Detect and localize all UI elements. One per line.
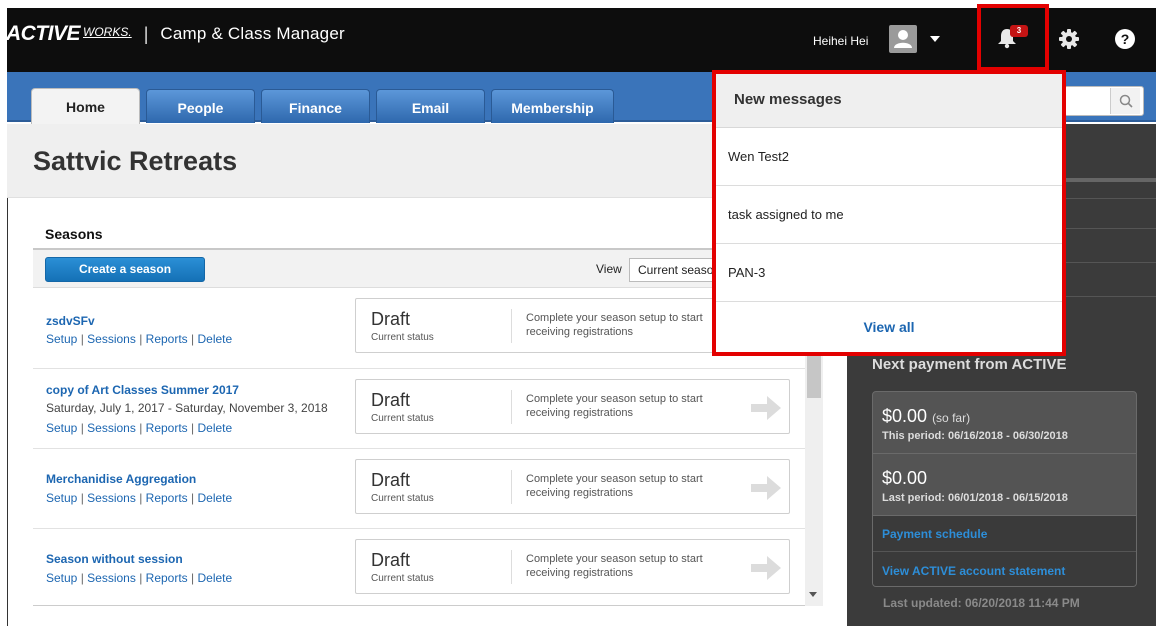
sessions-link[interactable]: Sessions bbox=[87, 421, 136, 435]
tab-people[interactable]: People bbox=[146, 89, 255, 123]
status-caption: Current status bbox=[371, 573, 434, 584]
scrollbar-thumb[interactable] bbox=[807, 352, 821, 398]
delete-link[interactable]: Delete bbox=[197, 332, 232, 346]
delete-link[interactable]: Delete bbox=[197, 421, 232, 435]
last-period-block: $0.00 Last period: 06/01/2018 - 06/15/20… bbox=[873, 454, 1136, 516]
create-season-button[interactable]: Create a season bbox=[45, 257, 205, 282]
user-silhouette-icon bbox=[894, 30, 912, 48]
reports-link[interactable]: Reports bbox=[146, 571, 188, 585]
notifications-title: New messages bbox=[734, 91, 842, 108]
current-period-block: $0.00 (so far) This period: 06/16/2018 -… bbox=[873, 392, 1136, 454]
season-dates: Saturday, July 1, 2017 - Saturday, Novem… bbox=[46, 401, 328, 415]
gear-icon[interactable] bbox=[1058, 28, 1080, 54]
payment-schedule-link[interactable]: Payment schedule bbox=[882, 527, 987, 541]
view-filter-select[interactable]: Current seasons bbox=[629, 258, 719, 282]
season-name-link[interactable]: Merchanidise Aggregation bbox=[46, 472, 196, 486]
notification-text: Wen Test2 bbox=[728, 149, 789, 164]
brand-active-text: ACTIVE bbox=[6, 22, 81, 45]
tab-finance[interactable]: Finance bbox=[261, 89, 370, 123]
user-avatar-icon[interactable] bbox=[889, 25, 917, 53]
brand-logo[interactable]: ACTIVE WORKS. | Camp & Class Manager bbox=[6, 22, 345, 46]
tab-home[interactable]: Home bbox=[31, 88, 140, 124]
app-window: ACTIVE WORKS. | Camp & Class Manager Hei… bbox=[0, 0, 1156, 626]
status-text: Draft bbox=[371, 470, 411, 490]
sessions-link[interactable]: Sessions bbox=[87, 491, 136, 505]
status-message: Complete your season setup to start rece… bbox=[526, 393, 703, 419]
last-updated-text: Last updated: 06/20/2018 11:44 PM bbox=[883, 596, 1080, 610]
view-filter-label: View bbox=[596, 262, 622, 276]
status-divider bbox=[511, 309, 512, 343]
season-actions: Setup | Sessions | Reports | Delete bbox=[46, 421, 233, 435]
help-icon[interactable]: ? bbox=[1115, 29, 1135, 49]
last-amount: $0.00 bbox=[882, 468, 928, 488]
notifications-footer: View all bbox=[716, 302, 1062, 352]
account-statement-row: View ACTIVE account statement bbox=[873, 552, 1136, 586]
status-divider bbox=[511, 470, 512, 504]
arrow-right-icon[interactable] bbox=[749, 553, 783, 583]
arrow-right-icon[interactable] bbox=[749, 473, 783, 503]
current-period: This period: 06/16/2018 - 06/30/2018 bbox=[882, 430, 1068, 442]
delete-link[interactable]: Delete bbox=[197, 491, 232, 505]
reports-link[interactable]: Reports bbox=[146, 421, 188, 435]
notifications-dropdown: New messages Wen Test2 task assigned to … bbox=[712, 70, 1066, 356]
scroll-down-icon[interactable] bbox=[809, 592, 817, 597]
content-left-border bbox=[7, 198, 8, 626]
setup-link[interactable]: Setup bbox=[46, 571, 77, 585]
page-title: Sattvic Retreats bbox=[33, 146, 238, 176]
current-amount: $0.00 (so far) bbox=[882, 406, 971, 426]
seasons-heading: Seasons bbox=[45, 226, 103, 242]
season-actions: Setup | Sessions | Reports | Delete bbox=[46, 571, 233, 585]
notification-text: PAN-3 bbox=[728, 265, 766, 280]
brand-separator: | bbox=[143, 23, 149, 44]
setup-link[interactable]: Setup bbox=[46, 332, 77, 346]
status-caption: Current status bbox=[371, 413, 434, 424]
next-payment-heading: Next payment from ACTIVE bbox=[872, 356, 1067, 373]
season-status-card[interactable]: Draft Current status Complete your seaso… bbox=[355, 539, 790, 594]
reports-link[interactable]: Reports bbox=[146, 332, 188, 346]
notification-item[interactable]: task assigned to me bbox=[716, 186, 1062, 244]
status-text: Draft bbox=[371, 390, 411, 410]
setup-link[interactable]: Setup bbox=[46, 491, 77, 505]
sessions-link[interactable]: Sessions bbox=[87, 332, 136, 346]
brand-works-text: WORKS. bbox=[83, 25, 132, 39]
status-message: Complete your season setup to start rece… bbox=[526, 473, 703, 499]
season-name-link[interactable]: Season without session bbox=[46, 552, 183, 566]
status-text: Draft bbox=[371, 309, 411, 329]
status-caption: Current status bbox=[371, 493, 434, 504]
arrow-right-icon[interactable] bbox=[749, 393, 783, 423]
tab-membership[interactable]: Membership bbox=[491, 89, 614, 123]
setup-link[interactable]: Setup bbox=[46, 421, 77, 435]
app-name: Camp & Class Manager bbox=[160, 24, 345, 43]
user-name[interactable]: Heihei Hei bbox=[813, 34, 868, 48]
season-actions: Setup | Sessions | Reports | Delete bbox=[46, 491, 233, 505]
status-message: Complete your season setup to start rece… bbox=[526, 553, 703, 579]
status-text: Draft bbox=[371, 550, 411, 570]
tab-email[interactable]: Email bbox=[376, 89, 485, 123]
notification-item[interactable]: Wen Test2 bbox=[716, 128, 1062, 186]
sessions-link[interactable]: Sessions bbox=[87, 571, 136, 585]
season-status-card[interactable]: Draft Current status Complete your seaso… bbox=[355, 379, 790, 434]
last-period: Last period: 06/01/2018 - 06/15/2018 bbox=[882, 492, 1068, 504]
season-status-card[interactable]: Draft Current status Complete your seaso… bbox=[355, 459, 790, 514]
notification-item[interactable]: PAN-3 bbox=[716, 244, 1062, 302]
account-statement-link[interactable]: View ACTIVE account statement bbox=[882, 564, 1065, 578]
delete-link[interactable]: Delete bbox=[197, 571, 232, 585]
notification-count-badge[interactable]: 3 bbox=[1010, 25, 1028, 37]
notification-text: task assigned to me bbox=[728, 207, 844, 222]
season-name-link[interactable]: zsdvSFv bbox=[46, 314, 95, 328]
payment-schedule-row: Payment schedule bbox=[873, 516, 1136, 552]
status-divider bbox=[511, 550, 512, 584]
status-caption: Current status bbox=[371, 332, 434, 343]
season-actions: Setup | Sessions | Reports | Delete bbox=[46, 332, 233, 346]
reports-link[interactable]: Reports bbox=[146, 491, 188, 505]
season-name-link[interactable]: copy of Art Classes Summer 2017 bbox=[46, 383, 239, 397]
user-menu-caret-icon[interactable] bbox=[930, 36, 940, 42]
notifications-header: New messages bbox=[716, 74, 1062, 128]
status-divider bbox=[511, 390, 512, 424]
payment-card: $0.00 (so far) This period: 06/16/2018 -… bbox=[872, 391, 1137, 587]
search-icon[interactable] bbox=[1110, 88, 1140, 114]
view-all-link[interactable]: View all bbox=[716, 319, 1062, 335]
